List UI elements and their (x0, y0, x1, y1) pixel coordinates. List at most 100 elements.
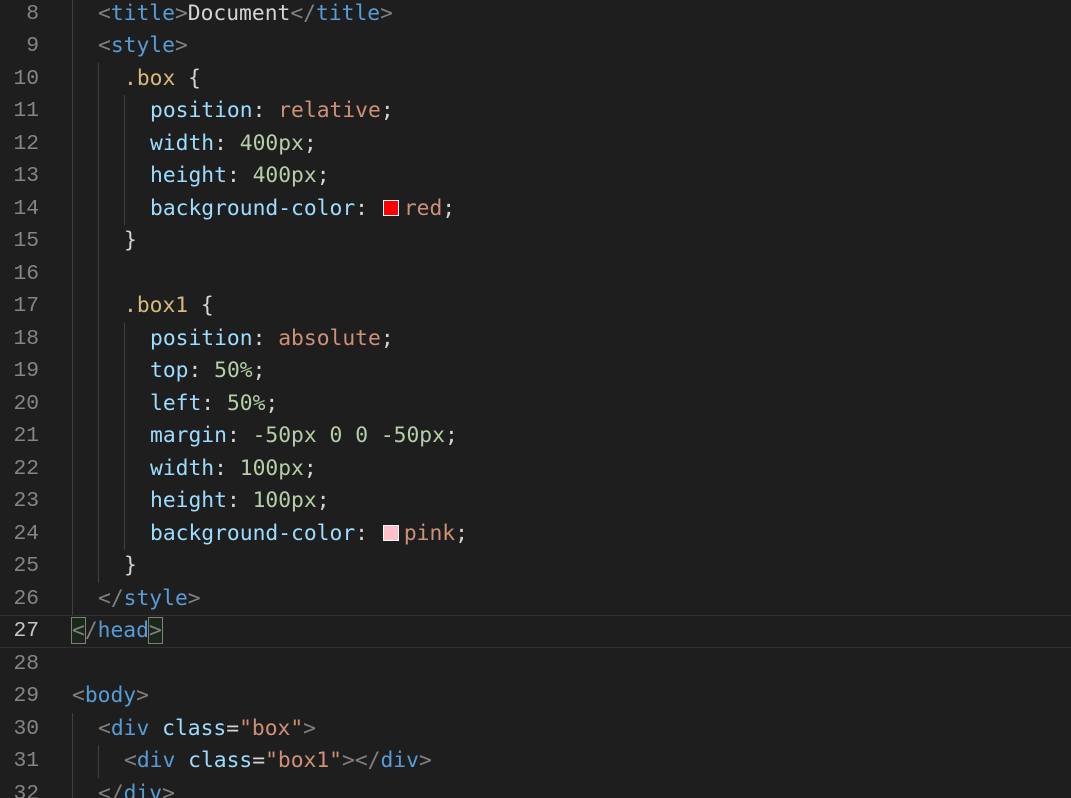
indent-guide (72, 712, 73, 745)
token: 400px (239, 130, 304, 156)
token: < (72, 683, 85, 708)
color-swatch-icon[interactable] (382, 199, 399, 216)
token: / (84, 618, 98, 643)
code-text: width: 400px; (150, 128, 317, 161)
token: ; (303, 130, 317, 156)
indent-guide (72, 745, 73, 778)
token: background-color (150, 195, 356, 221)
code-line-14[interactable]: 14 background-color: red; (0, 192, 1071, 226)
indent-guide (98, 225, 99, 258)
indent-guide (124, 485, 125, 518)
line-number: 12 (13, 131, 39, 156)
token: "box" (239, 715, 304, 741)
line-number: 10 (13, 66, 39, 91)
code-line-20[interactable]: 20 left: 50%; (0, 387, 1071, 420)
code-line-12[interactable]: 12 width: 400px; (0, 127, 1071, 161)
token: margin (150, 423, 227, 448)
token: : (252, 325, 279, 351)
code-line-32[interactable]: 32 </div> (0, 777, 1071, 798)
token: red (403, 195, 443, 221)
token: div (380, 748, 419, 773)
code-line-23[interactable]: 23 height: 100px; (0, 485, 1071, 518)
code-line-13[interactable]: 13 height: 400px; (0, 160, 1071, 193)
token: class (162, 715, 227, 741)
token: < (98, 715, 111, 741)
indent-guide (98, 160, 99, 193)
token: body (84, 683, 137, 708)
code-line-26[interactable]: 26 </style> (0, 582, 1071, 615)
indent-guide (98, 290, 99, 323)
indent-guide (124, 95, 125, 128)
code-line-30[interactable]: 30 <div class="box"> (0, 712, 1071, 745)
token: > (174, 33, 188, 58)
code-text: width: 100px; (150, 453, 317, 486)
code-line-10[interactable]: 10 .box { (0, 62, 1071, 95)
token: : (226, 423, 253, 448)
token: < (98, 0, 111, 26)
code-line-18[interactable]: 18 position: absolute; (0, 322, 1071, 356)
line-number: 25 (13, 554, 39, 578)
line-number: 8 (26, 1, 39, 26)
indent-guide (98, 322, 99, 355)
indent-guide (72, 517, 73, 550)
indent-guide (72, 485, 73, 518)
code-line-15[interactable]: 15} (0, 225, 1071, 258)
token: { (188, 293, 214, 318)
line-number: 29 (13, 684, 39, 708)
code-text: <div class="box1"></div> (124, 745, 432, 778)
indent-guide (98, 95, 99, 128)
line-number: 21 (13, 424, 39, 448)
code-line-27[interactable]: 27 </head> (0, 615, 1071, 648)
token: style (110, 33, 175, 58)
code-line-17[interactable]: 17 .box1 { (0, 290, 1071, 323)
token: > (147, 617, 163, 644)
indent-guide (72, 257, 73, 290)
indent-guide (124, 322, 125, 355)
line-number: 28 (13, 651, 39, 676)
line-number: 19 (13, 359, 39, 383)
token: Document (187, 0, 291, 26)
code-text: .box1 { (124, 290, 214, 323)
indent-guide (72, 550, 73, 583)
code-text: position: absolute; (150, 323, 394, 356)
token: } (124, 228, 137, 253)
code-text: margin: -50px 0 0 -50px; (150, 420, 458, 453)
code-line-19[interactable]: 19 top: 50%; (0, 355, 1071, 388)
token: absolute (278, 325, 381, 351)
code-text: top: 50%; (150, 355, 265, 388)
token: left (150, 390, 202, 416)
token: top (150, 358, 189, 383)
indent-guide (98, 745, 99, 778)
code-text: height: 400px; (150, 160, 330, 193)
color-swatch-icon[interactable] (382, 524, 399, 541)
code-line-29[interactable]: 29 <body> (0, 680, 1071, 713)
code-line-22[interactable]: 22 width: 100px; (0, 452, 1071, 486)
indent-guide (72, 452, 73, 485)
code-line-24[interactable]: 24 background-color: pink; (0, 517, 1071, 550)
code-line-9[interactable]: 9 <style> (0, 30, 1071, 63)
code-line-25[interactable]: 25} (0, 550, 1071, 583)
code-line-16[interactable]: 16 (0, 257, 1071, 290)
line-number: 14 (13, 196, 39, 221)
code-line-31[interactable]: 31 <div class="box1"></div> (0, 745, 1071, 778)
token: > (162, 780, 175, 798)
code-line-28[interactable]: 28 (0, 648, 1071, 681)
indent-guide (72, 420, 73, 453)
line-number: 32 (13, 781, 39, 798)
code-line-8[interactable]: 8 <title>Document</title> (0, 0, 1071, 30)
token: position (150, 325, 253, 351)
code-line-11[interactable]: 11 position: relative; (0, 95, 1071, 128)
indent-guide (72, 95, 73, 128)
token: height (150, 163, 227, 188)
token: : (355, 520, 381, 546)
code-line-21[interactable]: 21 margin: -50px 0 0 -50px; (0, 420, 1071, 453)
code-editor[interactable]: 8 <title>Document</title> 9 <style> 10 .box {… (0, 0, 1071, 798)
line-number: 22 (13, 456, 39, 481)
token: width (150, 130, 215, 156)
token: : (214, 130, 240, 156)
token: < (98, 33, 111, 58)
token: 100px (239, 455, 304, 481)
token: ; (444, 423, 458, 448)
code-text: background-color: red; (150, 193, 455, 226)
